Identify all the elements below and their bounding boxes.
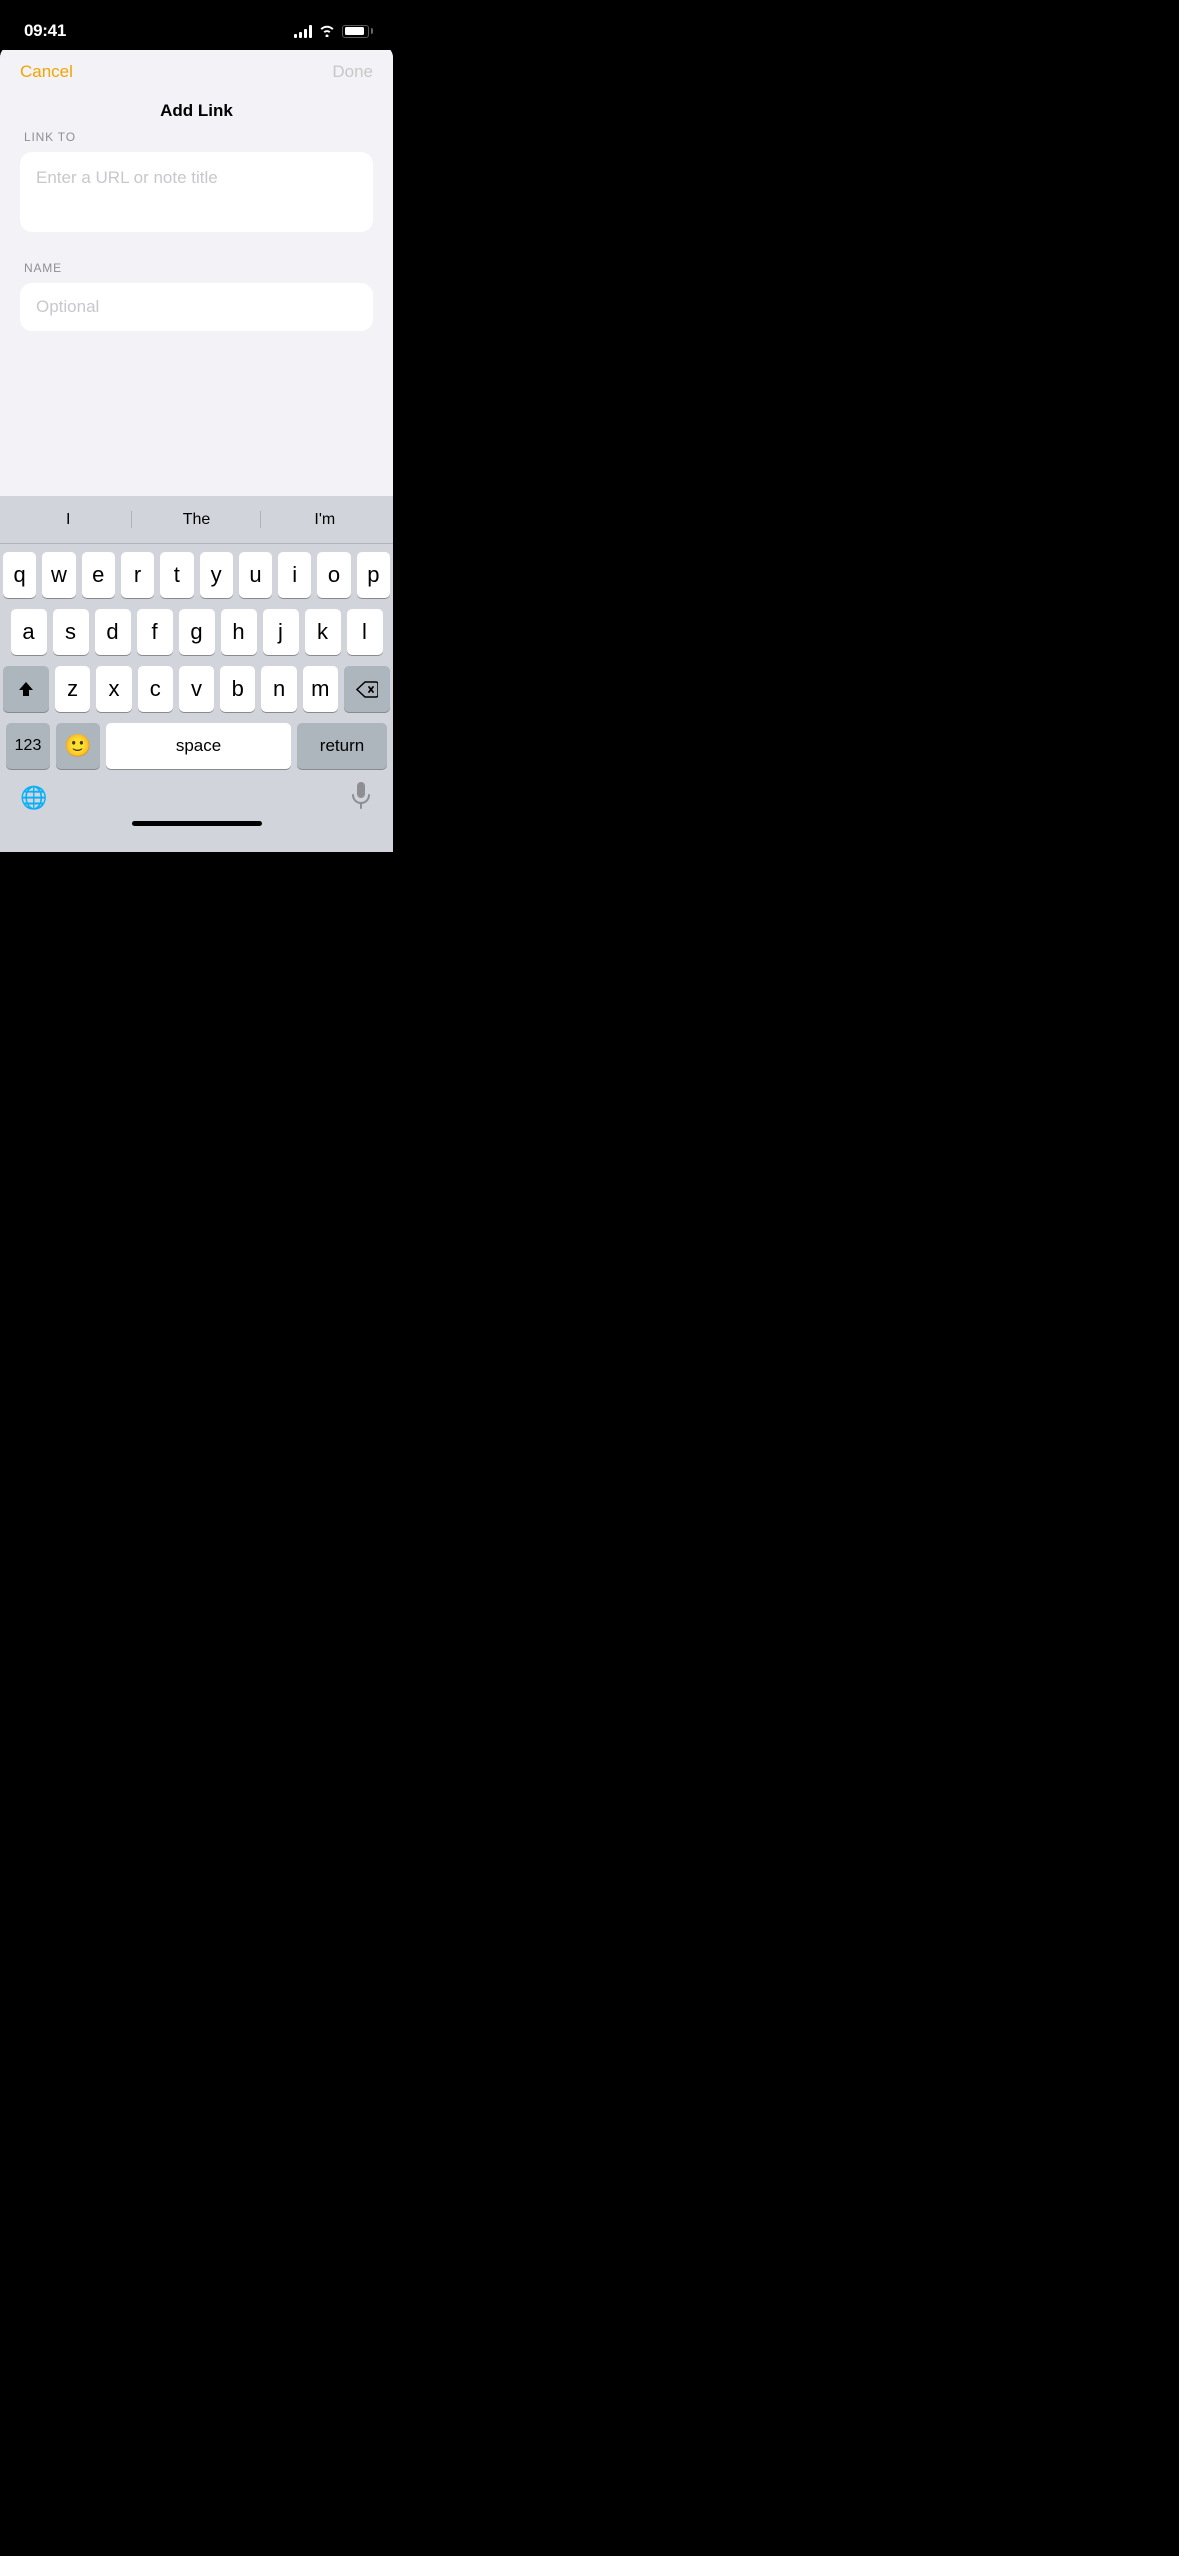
form-content: LINK TO NAME: [0, 100, 393, 331]
link-to-section: LINK TO: [20, 130, 373, 237]
space-key[interactable]: space: [106, 723, 291, 769]
key-r[interactable]: r: [121, 552, 154, 598]
key-u[interactable]: u: [239, 552, 272, 598]
home-indicator: [0, 815, 393, 832]
key-row-3: z x c v b n m: [3, 666, 390, 712]
key-i[interactable]: i: [278, 552, 311, 598]
delete-key[interactable]: [344, 666, 390, 712]
key-g[interactable]: g: [179, 609, 215, 655]
key-e[interactable]: e: [82, 552, 115, 598]
name-label: NAME: [20, 261, 373, 275]
battery-icon: [342, 25, 369, 38]
home-bar: [132, 821, 262, 826]
key-h[interactable]: h: [221, 609, 257, 655]
signal-bars-icon: [294, 25, 312, 38]
icon-row: 🌐: [0, 773, 393, 815]
shift-key[interactable]: [3, 666, 49, 712]
key-x[interactable]: x: [96, 666, 131, 712]
key-row-1: q w e r t y u i o p: [3, 552, 390, 598]
microphone-icon[interactable]: [349, 781, 373, 815]
key-d[interactable]: d: [95, 609, 131, 655]
key-n[interactable]: n: [261, 666, 296, 712]
globe-icon[interactable]: 🌐: [20, 785, 47, 811]
return-key[interactable]: return: [297, 723, 387, 769]
bottom-row: 123 🙂 space return: [3, 723, 390, 769]
status-icons: [294, 25, 369, 38]
keyboard: I The I'm q w e r t y u i o p a s: [0, 496, 393, 852]
key-p[interactable]: p: [357, 552, 390, 598]
autocomplete-item-1[interactable]: I: [4, 503, 132, 537]
key-o[interactable]: o: [317, 552, 350, 598]
keyboard-rows: q w e r t y u i o p a s d f g h j k: [0, 544, 393, 769]
autocomplete-item-2[interactable]: The: [132, 503, 260, 537]
emoji-key[interactable]: 🙂: [56, 723, 100, 769]
key-t[interactable]: t: [160, 552, 193, 598]
key-k[interactable]: k: [305, 609, 341, 655]
autocomplete-bar: I The I'm: [0, 496, 393, 544]
key-b[interactable]: b: [220, 666, 255, 712]
main-sheet: Cancel Add Link Done LINK TO NAME I The …: [0, 44, 393, 852]
wifi-icon: [319, 25, 335, 37]
key-j[interactable]: j: [263, 609, 299, 655]
cancel-button[interactable]: Cancel: [20, 62, 73, 82]
key-v[interactable]: v: [179, 666, 214, 712]
link-to-input[interactable]: [20, 152, 373, 232]
key-a[interactable]: a: [11, 609, 47, 655]
key-w[interactable]: w: [42, 552, 75, 598]
page-title: Add Link: [160, 101, 233, 121]
key-row-2: a s d f g h j k l: [3, 609, 390, 655]
key-l[interactable]: l: [347, 609, 383, 655]
key-m[interactable]: m: [303, 666, 338, 712]
battery-fill: [345, 27, 365, 35]
key-f[interactable]: f: [137, 609, 173, 655]
name-section: NAME: [20, 261, 373, 331]
name-input[interactable]: [20, 283, 373, 331]
done-button[interactable]: Done: [332, 62, 373, 82]
link-to-label: LINK TO: [20, 130, 373, 144]
numbers-key[interactable]: 123: [6, 723, 50, 769]
key-s[interactable]: s: [53, 609, 89, 655]
nav-bar: Cancel Add Link Done: [0, 44, 393, 100]
key-c[interactable]: c: [138, 666, 173, 712]
key-y[interactable]: y: [200, 552, 233, 598]
status-bar: 09:41: [0, 0, 393, 50]
key-z[interactable]: z: [55, 666, 90, 712]
key-q[interactable]: q: [3, 552, 36, 598]
autocomplete-item-3[interactable]: I'm: [261, 503, 389, 537]
status-time: 09:41: [24, 21, 66, 41]
